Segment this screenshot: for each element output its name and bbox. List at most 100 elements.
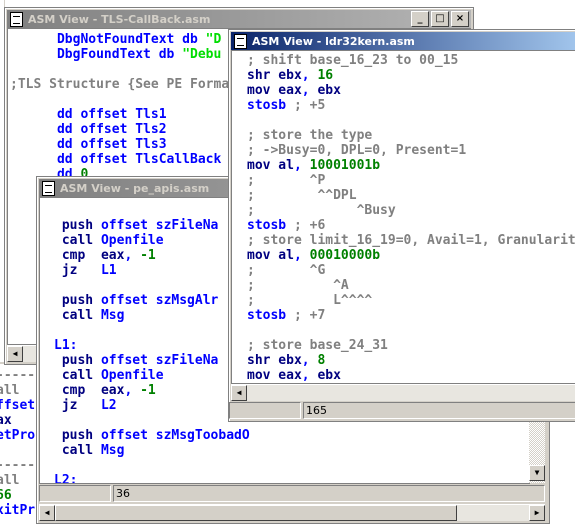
code-token: etPro bbox=[0, 428, 36, 443]
code-line: stosb ; +6 bbox=[247, 218, 325, 233]
ldr-status-bar: 165 bbox=[229, 402, 575, 419]
code-token: call bbox=[54, 233, 101, 248]
code-token: -1 bbox=[140, 383, 156, 398]
code-token: shr ebx bbox=[247, 68, 302, 83]
code-token: ; +5 bbox=[293, 98, 326, 113]
background-window-fragment: -----allffsetaxetPro-----all66xitPr bbox=[0, 362, 36, 527]
code-line: dd offset Tls3 bbox=[10, 137, 167, 152]
code-token: offset szFileNa bbox=[100, 218, 219, 233]
code-token: call bbox=[54, 308, 101, 323]
code-token: ; +7 bbox=[293, 308, 326, 323]
code-token: mov eax bbox=[247, 83, 302, 98]
code-token: ; store the type bbox=[247, 128, 373, 143]
code-token: , bbox=[124, 248, 141, 263]
scroll-right-arrow-icon[interactable]: ▶ bbox=[529, 505, 545, 521]
code-line: ; store base_24_31 bbox=[247, 338, 388, 353]
ldr-horizontal-scrollbar[interactable]: ◀ bbox=[231, 384, 575, 401]
code-token: cmp eax bbox=[54, 383, 125, 398]
tls-title-bar[interactable]: ASM View - TLS-CallBack.asm _ □ × bbox=[7, 10, 471, 28]
code-token: , bbox=[293, 158, 310, 173]
status-pane-empty bbox=[229, 402, 301, 419]
code-line: cmp eax, -1 bbox=[54, 248, 156, 263]
code-line: cmp eax, -1 bbox=[54, 383, 156, 398]
code-token: , bbox=[301, 68, 318, 83]
code-token: "D bbox=[205, 32, 222, 47]
document-icon bbox=[42, 180, 55, 196]
scroll-left-arrow-icon[interactable]: ◀ bbox=[39, 505, 55, 521]
code-line: call Openfile bbox=[54, 368, 164, 383]
code-token: jz bbox=[54, 398, 101, 413]
code-line: ; ^^DPL bbox=[247, 188, 357, 203]
tls-title: ASM View - TLS-CallBack.asm bbox=[28, 12, 211, 26]
code-line: dd offset Tls1 bbox=[10, 107, 167, 122]
code-token: "Debu bbox=[182, 47, 222, 62]
code-line: ; ^Busy bbox=[247, 203, 396, 218]
code-line: push offset szMsgToobadO bbox=[54, 428, 250, 443]
code-line: ffset bbox=[0, 398, 35, 413]
code-token: push bbox=[54, 293, 101, 308]
code-token: push bbox=[54, 353, 101, 368]
code-token: , bbox=[301, 353, 318, 368]
code-line: dd offset Tls2 bbox=[10, 122, 167, 137]
minimize-button[interactable]: _ bbox=[411, 11, 429, 27]
code-line: mov eax, ebx bbox=[247, 83, 341, 98]
code-token: stosb bbox=[247, 218, 294, 233]
code-line: ; ^A bbox=[247, 278, 349, 293]
code-token: , bbox=[293, 248, 310, 263]
close-button[interactable]: × bbox=[451, 11, 469, 27]
code-token: ffset bbox=[0, 398, 36, 413]
scroll-down-arrow-icon[interactable]: ▼ bbox=[529, 465, 545, 481]
code-token: ; ->Busy=0, DPL=0, Present=1 bbox=[247, 143, 467, 158]
code-line: ax bbox=[0, 413, 12, 428]
code-token: ; +6 bbox=[293, 218, 326, 233]
code-token: ; ^A bbox=[247, 278, 349, 293]
code-token: L2: bbox=[54, 473, 78, 484]
code-line: xitPr bbox=[0, 503, 35, 518]
code-token: dd offset TlsCallBack bbox=[10, 152, 222, 167]
code-token: offset szMsgAlr bbox=[100, 293, 219, 308]
scroll-left-arrow-icon[interactable]: ◀ bbox=[7, 346, 23, 362]
code-token: call bbox=[54, 368, 101, 383]
code-token: mov al bbox=[247, 248, 294, 263]
code-token: offset szFileNa bbox=[100, 353, 219, 368]
code-line: ; ^P bbox=[247, 173, 325, 188]
ldr-title-bar[interactable]: ASM View - ldr32kern.asm bbox=[231, 32, 575, 50]
code-line: call Openfile bbox=[54, 233, 164, 248]
code-token: Openfile bbox=[100, 233, 164, 248]
status-line-number: 165 bbox=[303, 402, 575, 419]
code-token: 66 bbox=[0, 488, 12, 503]
code-token: cmp eax bbox=[54, 248, 125, 263]
code-line: dd offset TlsCallBack bbox=[10, 152, 221, 167]
code-line: ;TLS Structure {See PE Forma bbox=[10, 77, 229, 92]
code-token: ; ^^DPL bbox=[247, 188, 357, 203]
maximize-button[interactable]: □ bbox=[431, 11, 449, 27]
code-token: all bbox=[0, 473, 20, 488]
code-line: ----- bbox=[0, 368, 35, 383]
code-line: ; shift base_16_23 to 00_15 bbox=[247, 53, 458, 68]
code-line: ; ^G bbox=[247, 263, 325, 278]
code-token: ; ^P bbox=[247, 173, 326, 188]
scroll-left-arrow-icon[interactable]: ◀ bbox=[231, 385, 247, 401]
code-token: dd offset Tls2 bbox=[10, 122, 167, 137]
code-token: DbgFoundText db bbox=[10, 47, 183, 62]
code-line: all bbox=[0, 473, 19, 488]
pe-title: ASM View - pe_apis.asm bbox=[60, 181, 210, 195]
code-token: 00010000b bbox=[309, 248, 381, 263]
code-line: call Msg bbox=[54, 308, 125, 323]
code-token: jz bbox=[54, 263, 101, 278]
pe-horizontal-scrollbar[interactable]: ◀ ▶ bbox=[39, 504, 545, 521]
scroll-thumb[interactable] bbox=[55, 505, 457, 521]
code-token: Msg bbox=[100, 443, 125, 458]
code-token: dd offset Tls1 bbox=[10, 107, 167, 122]
code-token: ;TLS Structure {See PE Forma bbox=[10, 77, 230, 92]
ldr32kern-window[interactable]: ASM View - ldr32kern.asm ; shift base_16… bbox=[228, 29, 575, 422]
code-token: push bbox=[54, 428, 101, 443]
ldr-editor[interactable]: ; shift base_16_23 to 00_15 shr ebx, 16 mo… bbox=[231, 50, 575, 384]
code-token: L1: bbox=[54, 338, 78, 353]
code-token: mov eax bbox=[247, 368, 302, 383]
code-line: stosb ; +7 bbox=[247, 308, 325, 323]
code-token: 16 bbox=[317, 68, 334, 83]
code-token: Msg bbox=[100, 308, 125, 323]
code-token: ; ^G bbox=[247, 263, 326, 278]
code-line: etPro bbox=[0, 428, 35, 443]
